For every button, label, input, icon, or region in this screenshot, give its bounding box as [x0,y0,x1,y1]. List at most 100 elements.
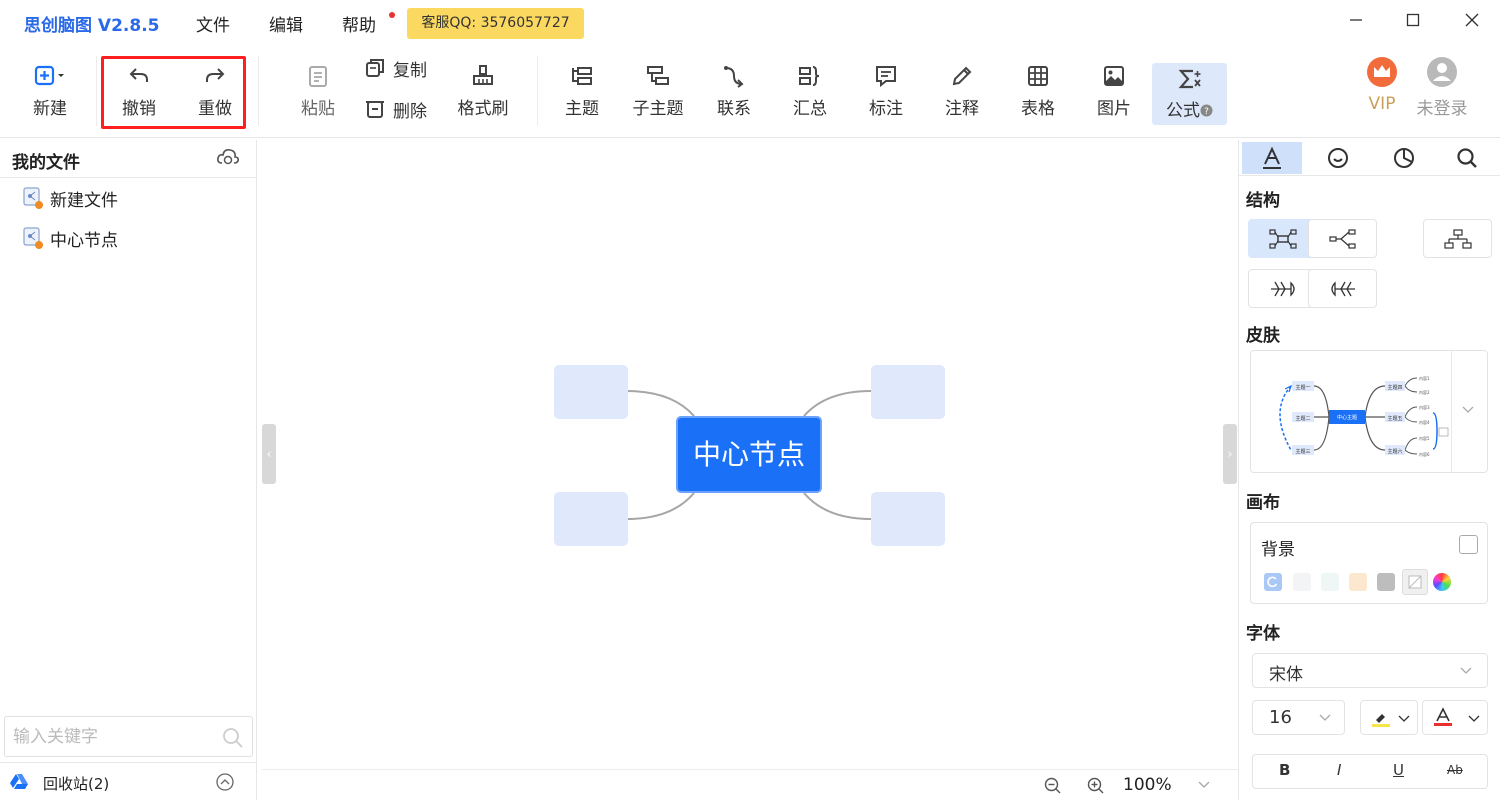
swatch-color[interactable] [1349,573,1367,591]
image-icon [1104,66,1124,86]
search-input[interactable] [5,717,205,756]
crown-icon [1367,57,1397,87]
toolbar-divider [96,56,97,126]
topic-button[interactable]: 主题 [552,48,612,128]
skin-preview-topic: 主题四 [1387,384,1402,391]
chevron-down-icon[interactable] [1197,780,1211,790]
relation-button[interactable]: 联系 [704,48,764,128]
formula-button[interactable]: 公式? [1152,63,1227,125]
zoom-in-icon[interactable] [1087,777,1105,795]
structure-right[interactable] [1308,219,1377,258]
skin-selector[interactable]: 主题一 主题二 主题三 中心主题 主题四 主题五 主题六 内容1 内容2 内容3… [1250,350,1488,473]
sidebar-title: 我的文件 [12,153,80,173]
login-button[interactable]: 未登录 [1412,48,1472,128]
underline-button[interactable]: U [1393,761,1404,779]
divider [1451,351,1452,472]
menu-file[interactable]: 文件 [196,11,230,36]
delete-button[interactable]: 删除 [365,95,427,123]
bold-button[interactable]: B [1279,761,1290,779]
cloud-sync-button[interactable] [216,146,240,172]
subtopic-node[interactable] [871,365,945,419]
background-checkbox[interactable] [1459,535,1478,554]
swatch-color[interactable] [1377,573,1395,591]
highlight-color-button[interactable] [1360,700,1418,735]
swatch-color[interactable] [1293,573,1311,591]
strikethrough-button[interactable]: Ab [1447,763,1463,777]
file-item[interactable]: 中心节点 [22,224,118,252]
font-color-icon [1434,707,1452,726]
image-label: 图片 [1097,99,1131,119]
maximize-button[interactable] [1398,8,1428,34]
table-button[interactable]: 表格 [1008,48,1068,128]
structure-fishbone-right[interactable] [1308,269,1377,308]
paste-icon [309,66,327,87]
highlighter-icon [1372,714,1390,727]
recycle-icon [10,774,28,789]
formula-icon [1178,69,1201,89]
delete-label: 删除 [393,101,427,122]
minimize-button[interactable] [1341,8,1371,34]
support-qq-badge[interactable]: 客服QQ: 3576057727 [407,8,584,39]
summary-label: 汇总 [793,99,827,119]
menu-help[interactable]: 帮助 [342,11,376,36]
swatch-custom[interactable] [1264,573,1282,591]
chevron-down-icon [1398,715,1410,722]
chevron-down-icon[interactable] [1461,405,1475,415]
close-button[interactable] [1457,8,1487,34]
no-color-icon [1408,575,1422,589]
font-family-select[interactable]: 宋体 [1252,653,1488,688]
font-size-select[interactable]: 16 [1252,700,1345,735]
color-picker[interactable] [1433,573,1451,591]
fishbone-right-icon [1270,281,1295,297]
paste-button[interactable]: 粘贴 [288,48,348,128]
summary-button[interactable]: 汇总 [780,48,840,128]
font-color-button[interactable] [1422,700,1488,735]
tab-theme[interactable] [1374,142,1434,174]
format-painter-button[interactable]: 格式刷 [453,48,513,128]
relation-label: 联系 [717,99,751,119]
new-button[interactable]: 新建 [20,48,80,128]
image-button[interactable]: 图片 [1084,48,1144,128]
avatar-icon [1427,57,1457,87]
structure-org[interactable] [1423,219,1492,258]
structure-fishbone-left[interactable] [1248,269,1317,308]
center-node[interactable]: 中心节点 [676,416,822,493]
subtopic-node[interactable] [871,492,945,546]
style-panel-tabs [1239,140,1500,176]
tab-style[interactable] [1242,142,1302,174]
tab-search[interactable] [1437,142,1497,174]
note-button[interactable]: 注释 [932,48,992,128]
chevron-up-icon[interactable] [215,772,235,792]
subtopic-icon [647,66,669,85]
copy-icon [366,59,384,77]
structure-mindmap[interactable] [1248,219,1317,258]
relation-icon [724,66,744,88]
formula-label: 公式 [1166,101,1200,121]
style-panel: 结构 皮肤 主题一 主题二 主题三 中心主题 主题四 主题五 主题六 内容1 内… [1238,140,1500,800]
topic-icon [572,67,592,85]
mindmap-file-icon [23,227,43,249]
file-item[interactable]: 新建文件 [22,184,118,212]
search-icon[interactable] [222,727,244,749]
subtopic-node[interactable] [554,365,628,419]
label-button[interactable]: 标注 [856,48,916,128]
search-icon [1457,148,1477,168]
recycle-bin[interactable]: 回收站(2) [0,762,257,800]
help-icon[interactable]: ? [1200,104,1213,117]
refresh-icon [1267,576,1278,588]
file-sidebar: 我的文件 新建文件 中心节点 输入关键字 回收站(2) [0,140,257,800]
zoom-out-icon[interactable] [1044,777,1062,795]
mindmap-canvas[interactable]: ‹ › 中心节点 100% [262,140,1238,800]
chevron-down-icon [1460,667,1472,674]
subtopic-button[interactable]: 子主题 [628,48,688,128]
vip-button[interactable]: VIP [1352,48,1412,128]
swatch-none[interactable] [1402,569,1428,595]
subtopic-node[interactable] [554,492,628,546]
swatch-color[interactable] [1321,573,1339,591]
copy-button[interactable]: 复制 [365,54,427,82]
tab-icons[interactable] [1308,142,1368,174]
italic-button[interactable]: I [1337,761,1341,779]
table-icon [1028,66,1048,86]
structure-heading: 结构 [1246,191,1280,211]
menu-edit[interactable]: 编辑 [269,11,303,36]
